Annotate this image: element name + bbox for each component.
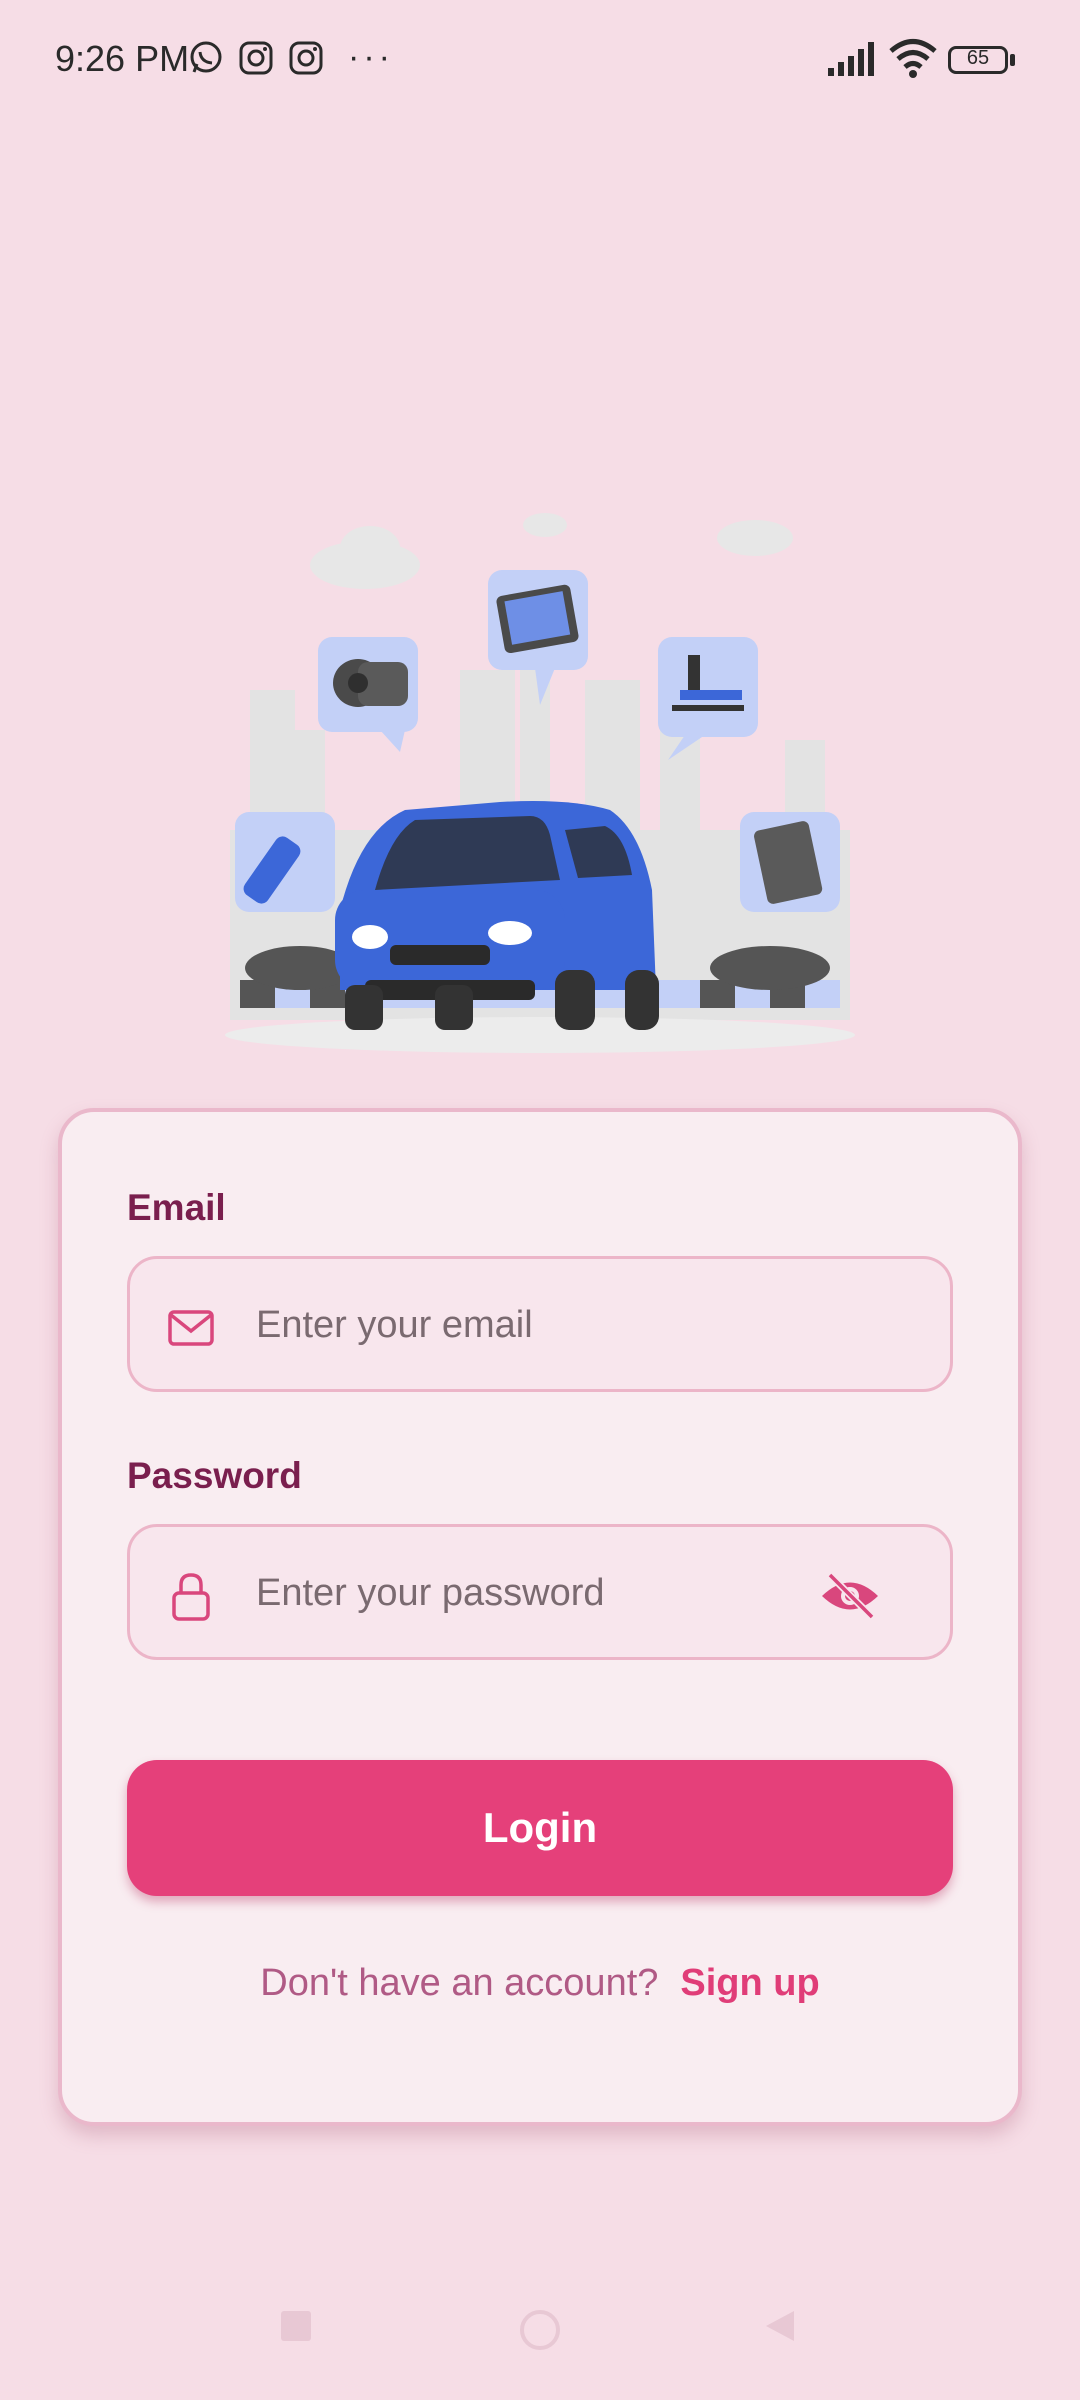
login-card: Email Password Login [58, 1108, 1022, 2126]
email-input[interactable] [254, 1289, 778, 1361]
signup-link[interactable]: Sign up [680, 1962, 819, 2004]
password-input[interactable] [254, 1557, 778, 1629]
password-field[interactable] [127, 1524, 953, 1660]
whatsapp-icon [190, 41, 222, 73]
signup-row: Don't have an account? Sign up [62, 1962, 1018, 2005]
signup-prompt: Don't have an account? [260, 1962, 659, 2004]
eye-off-icon[interactable] [820, 1571, 880, 1621]
instagram-icon [289, 41, 323, 75]
status-bar: 9:26 PM ··· 65 [0, 0, 1080, 120]
recent-apps-button[interactable] [278, 2308, 314, 2344]
wifi-icon [889, 39, 937, 78]
login-screen: 9:26 PM ··· 65 Email Enter your email Pa… [0, 0, 1080, 2400]
instagram-icon [239, 41, 273, 75]
mail-icon [168, 1310, 214, 1346]
more-notifications-icon: ··· [348, 38, 394, 76]
status-time: 9:26 PM [55, 38, 190, 79]
home-button[interactable] [518, 2308, 562, 2352]
car-service-illustration [225, 513, 855, 1053]
password-label: Password [127, 1455, 302, 1496]
battery-level: 65 [966, 47, 990, 69]
email-label: Email [127, 1187, 226, 1228]
login-button[interactable]: Login [127, 1760, 953, 1896]
lock-icon [172, 1573, 210, 1621]
back-button[interactable] [762, 2308, 798, 2344]
email-field[interactable] [127, 1256, 953, 1392]
signal-icon [828, 42, 874, 76]
